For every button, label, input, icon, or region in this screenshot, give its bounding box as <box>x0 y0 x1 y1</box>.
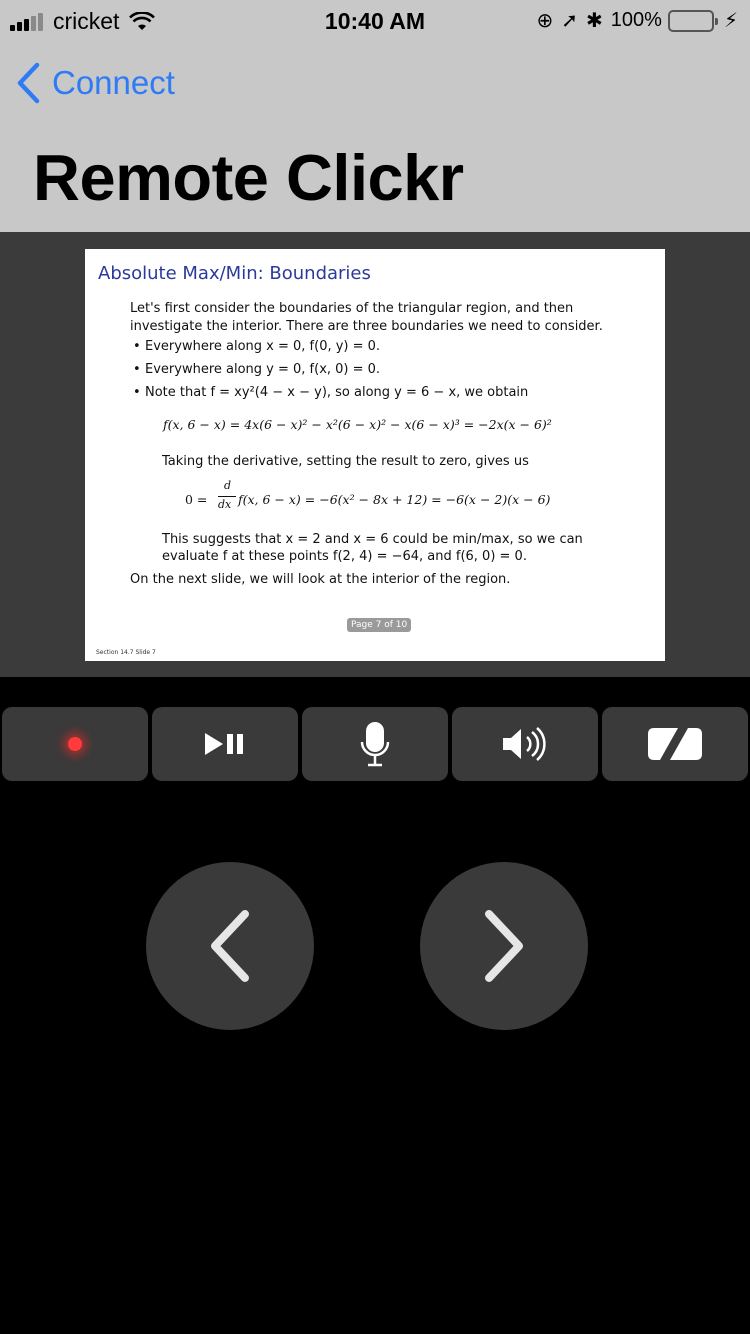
blank-screen-button[interactable] <box>602 707 748 781</box>
play-pause-button[interactable] <box>152 707 298 781</box>
page-badge: Page 7 of 10 <box>347 618 412 632</box>
location-icon: ➚ <box>561 10 579 32</box>
slide-next-text: On the next slide, we will look at the i… <box>130 572 511 587</box>
slide-equation-2-lhs: 0 = <box>185 492 208 507</box>
slide-equation-2-rhs: f(x, 6 − x) = −6(x² − 8x + 12) = −6(x − … <box>238 492 551 507</box>
bluetooth-icon: ✱ <box>586 10 603 32</box>
slide-bullet-3: Note that f = xy²(4 − x − y), so along y… <box>133 385 528 400</box>
slide-intro-line-1: Let's first consider the boundaries of t… <box>130 301 574 316</box>
blank-screen-icon <box>648 728 702 760</box>
chevron-left-icon <box>211 910 249 982</box>
slide-title: Absolute Max/Min: Boundaries <box>98 263 371 284</box>
slide-suggest-line-2: evaluate f at these points f(2, 4) = −64… <box>162 549 527 564</box>
battery-percent: 100% <box>610 9 662 31</box>
chevron-right-icon <box>485 910 523 982</box>
slide-footer: Section 14.7 Slide 7 <box>96 649 156 656</box>
record-button[interactable] <box>2 707 148 781</box>
slide-preview[interactable]: Absolute Max/Min: Boundaries Let's first… <box>85 249 665 661</box>
play-pause-icon <box>205 733 243 755</box>
status-bar: cricket 10:40 AM ⊕ ➚ ✱ 100% ⚡ <box>0 0 750 40</box>
fraction-bar <box>218 496 236 497</box>
back-label: Connect <box>52 64 175 101</box>
battery-icon <box>667 9 718 32</box>
slide-intro-line-2: investigate the interior. There are thre… <box>130 319 603 334</box>
record-dot-icon <box>68 737 82 751</box>
slide-equation-2-numerator: d <box>224 479 232 492</box>
slide-bullet-2: Everywhere along y = 0, f(x, 0) = 0. <box>133 362 380 377</box>
control-bar <box>0 707 750 781</box>
slide-equation-2-denominator: dx <box>218 498 232 511</box>
chevron-left-icon <box>17 62 40 104</box>
slide-equation-1: f(x, 6 − x) = 4x(6 − x)² − x²(6 − x)² − … <box>163 417 552 432</box>
slide-derivative-text: Taking the derivative, setting the resul… <box>162 454 529 469</box>
charging-icon: ⚡ <box>723 10 738 32</box>
navigation-header: Connect Remote Clickr <box>0 40 750 232</box>
microphone-icon <box>360 722 390 767</box>
volume-button[interactable] <box>452 707 598 781</box>
status-right: ⊕ ➚ ✱ 100% ⚡ <box>529 8 739 33</box>
page-title: Remote Clickr <box>33 141 464 214</box>
orientation-lock-icon: ⊕ <box>536 10 554 32</box>
speaker-icon <box>503 727 546 761</box>
next-slide-button[interactable] <box>420 862 588 1030</box>
microphone-button[interactable] <box>302 707 448 781</box>
slide-preview-area: Absolute Max/Min: Boundaries Let's first… <box>0 232 750 677</box>
back-button[interactable]: Connect <box>16 62 175 104</box>
previous-slide-button[interactable] <box>146 862 314 1030</box>
slide-bullet-1: Everywhere along x = 0, f(0, y) = 0. <box>133 339 380 354</box>
